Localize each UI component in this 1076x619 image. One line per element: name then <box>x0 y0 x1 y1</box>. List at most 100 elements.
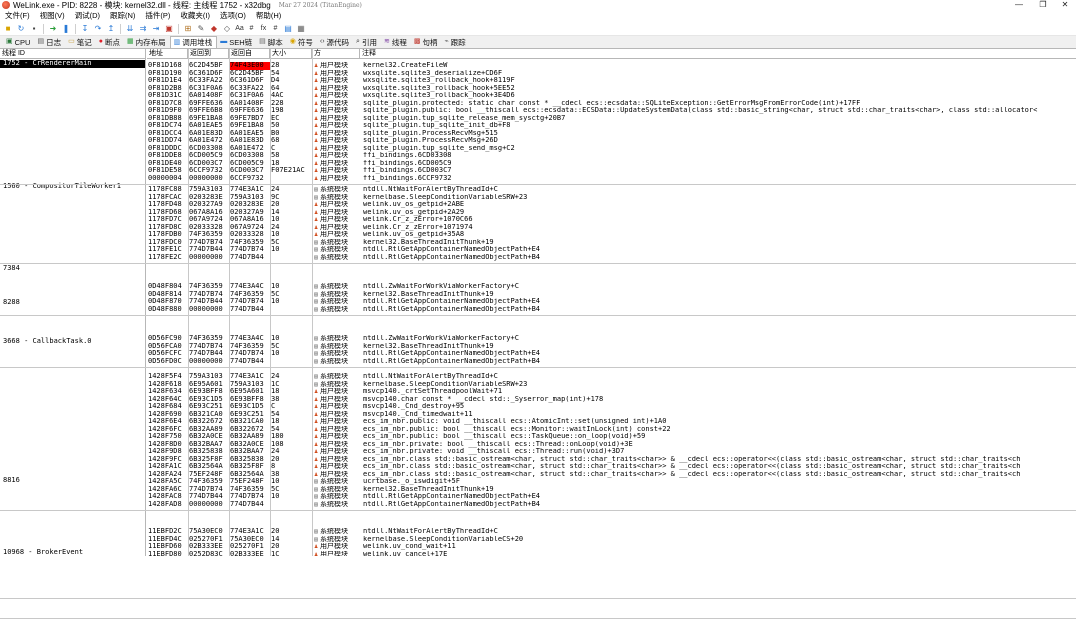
table-row[interactable]: 0F81DDDC 6CD03308 6A01E472 C ♟ 用户模块 sqlite_plu… <box>147 145 1076 153</box>
settings-icon[interactable]: ▤ <box>283 24 293 34</box>
close-debuggee-icon[interactable]: ▪ <box>29 24 39 34</box>
tab-symbols[interactable]: ◉ 符号 <box>287 36 317 48</box>
table-row[interactable]: 1428FA5C 74F36359 75EF248F 10 ▤ 系统模块 ucrtbase.… <box>147 478 1076 486</box>
table-row[interactable]: 1428F9D8 6B325838 6B32BAA7 24 ♟ 用户模块 ecs_im_nb… <box>147 448 1076 456</box>
table-row[interactable]: 0F81DE40 6CD003C7 6CD005C9 18 ♟ 用户模块 ffi_bindi… <box>147 160 1076 168</box>
comment-icon[interactable]: ◆ <box>209 24 219 34</box>
table-row[interactable]: 1178FE1C 774D7B44 774D7B74 10 ▤ 系统模块 ntdll.Rtl… <box>147 246 1076 254</box>
table-row[interactable]: 0F81DDE8 6CD005C9 6CD03308 58 ♟ 用户模块 ffi_bindi… <box>147 152 1076 160</box>
table-row[interactable]: 1428F6FC 6B32AA89 6B322672 54 ♟ 用户模块 ecs_im_nb… <box>147 426 1076 434</box>
table-row[interactable]: 1428F5F4 759A3103 774E3A1C 24 ▤ 系统模块 ntdll.NtW… <box>147 373 1076 381</box>
table-row[interactable]: 1428FA24 75EF248F 6B32564A 38 ♟ 用户模块 ecs_im_nb… <box>147 471 1076 479</box>
tab-memory-map[interactable]: ▦ 内存布局 <box>124 36 170 48</box>
table-row[interactable]: 0F81D1E4 6C33FA22 6C361D6F D4 ♟ 用户模块 wxsqlite.… <box>147 77 1076 85</box>
functions-button[interactable]: fx <box>259 25 268 32</box>
header-return-to[interactable]: 返回到 <box>188 49 229 58</box>
table-row[interactable]: 0F81DD74 6A01E472 6A01E83D 68 ♟ 用户模块 sqlite_pl… <box>147 137 1076 145</box>
table-row[interactable]: 1178FD48 020327A9 0203283E 20 ♟ 用户模块 welink.uv… <box>147 201 1076 209</box>
table-row[interactable]: 0F81DC74 6A01EAE5 69FE1BA8 50 ♟ 用户模块 sqlite_pl… <box>147 122 1076 130</box>
step-over-icon[interactable]: ↷ <box>93 24 103 34</box>
tab-trace[interactable]: ⌁ 跟踪 <box>441 36 469 48</box>
menu-plugins[interactable]: 插件(P) <box>140 10 175 22</box>
thread-label[interactable]: 8288 <box>3 298 20 307</box>
menu-debug[interactable]: 调试(D) <box>70 10 105 22</box>
thread-label[interactable]: 3668 - CallbackTask.0 <box>3 337 92 346</box>
table-row[interactable]: 11EBFD60 02B333EE 025270F1 20 ♟ 用户模块 welink.uv… <box>147 543 1076 551</box>
thread-label[interactable]: 7384 <box>3 264 20 273</box>
table-row[interactable]: 1178FD8C 02033328 067A9724 24 ♟ 用户模块 welink.Cr… <box>147 224 1076 232</box>
menu-favourites[interactable]: 收藏夹(I) <box>175 10 215 22</box>
tab-callstack[interactable]: ▥ 调用堆栈 <box>169 36 218 48</box>
table-row[interactable]: 0F81D2B8 6C31F0A6 6C33FA22 64 ♟ 用户模块 wxsqlite.… <box>147 85 1076 93</box>
table-row[interactable]: 0D56FCFC 774D7B44 774D7B74 10 ▤ 系统模块 ntdll.Rtl… <box>147 350 1076 358</box>
tab-notes[interactable]: ▭ 笔记 <box>65 36 96 48</box>
step-into-icon[interactable]: ↧ <box>80 24 90 34</box>
minimize-button[interactable]: — <box>1009 0 1029 10</box>
tab-log[interactable]: ▤ 日志 <box>34 36 65 48</box>
table-row[interactable]: 1428F9FC 6B325F8F 6B325838 20 ♟ 用户模块 ecs_im_nb… <box>147 456 1076 464</box>
label-icon[interactable]: ◇ <box>222 24 232 34</box>
restart-icon[interactable]: ↻ <box>16 24 26 34</box>
table-row[interactable]: 0D56FC90 74F36359 774E3A4C 10 ▤ 系统模块 ntdll.ZwW… <box>147 335 1076 343</box>
table-row[interactable]: 1428F634 6E93BFF8 6E95A601 18 ♟ 用户模块 msvcp140.… <box>147 388 1076 396</box>
tab-cpu[interactable]: ▣ CPU <box>3 36 34 48</box>
table-row[interactable]: 0F81D168 6C2D45BF 74F43E00 28 ♟ 用户模块 kernel32.… <box>147 62 1076 70</box>
header-size[interactable]: 大小 <box>270 49 312 58</box>
close-button[interactable]: ✕ <box>1055 0 1075 10</box>
table-row[interactable]: 0D56FD0C 00000000 774D7B44 ▤ 系统模块 ntdll.RtlGe… <box>147 358 1076 366</box>
run-to-user-code-icon[interactable]: ▣ <box>164 24 174 34</box>
trace-into-icon[interactable]: ⇊ <box>125 24 135 34</box>
table-row[interactable]: 0F81D9F0 69FFE6B8 69FFE636 198 ♟ 用户模块 sqlite_p… <box>147 107 1076 115</box>
execute-till-return-icon[interactable]: ⇥ <box>151 24 161 34</box>
pause-icon[interactable]: ❚ <box>61 24 71 34</box>
calc-button[interactable]: # <box>271 25 280 32</box>
menu-options[interactable]: 选项(O) <box>215 10 251 22</box>
header-comment[interactable]: 注释 <box>360 49 1076 58</box>
table-row[interactable]: 0F81DE58 6CCF9732 6CD003C7 F07E21AC ♟ 用户模块 ffi… <box>147 167 1076 175</box>
table-row[interactable]: 1428F690 6B321CA0 6E93C251 54 ♟ 用户模块 msvcp140.… <box>147 411 1076 419</box>
table-row[interactable]: 1178FC88 759A3103 774E3A1C 24 ▤ 系统模块 ntdll.NtW… <box>147 186 1076 194</box>
table-row[interactable]: 11EBFD2C 75A30EC0 774E3A1C 20 ▤ 系统模块 ntdll.NtW… <box>147 528 1076 536</box>
table-row[interactable]: 1428FAD8 00000000 774D7B44 ▤ 系统模块 ntdll.RtlGe… <box>147 501 1076 509</box>
menu-help[interactable]: 帮助(H) <box>251 10 286 22</box>
table-row[interactable]: 1428F6E4 6B322672 6B321CA0 18 ♟ 用户模块 ecs_im_nb… <box>147 418 1076 426</box>
table-row[interactable]: 11EBFD80 0252D83C 02B333EE 1C ♟ 用户模块 welink.uv… <box>147 551 1076 557</box>
hash-button[interactable]: # <box>247 25 256 32</box>
menu-view[interactable]: 视图(V) <box>35 10 70 22</box>
plugins-icon[interactable]: ▦ <box>296 24 306 34</box>
thread-label[interactable]: 10968 - BrokerEvent <box>3 548 83 556</box>
tab-threads[interactable]: ≋ 线程 <box>381 36 411 48</box>
table-row[interactable]: 1428F618 6E95A601 759A3103 1C ▤ 系统模块 kernelbas… <box>147 381 1076 389</box>
tab-source[interactable]: ‹› 源代码 <box>317 36 353 48</box>
header-party[interactable]: 方 <box>312 49 360 58</box>
table-row[interactable]: 0F81DB88 69FE1BA8 69FE7BD7 EC ♟ 用户模块 sqlite_pl… <box>147 115 1076 123</box>
table-row[interactable]: 11EBFD4C 025270F1 75A30EC0 14 ▤ 系统模块 kernelbas… <box>147 536 1076 544</box>
tab-seh[interactable]: ▬ SEH链 <box>217 36 256 48</box>
table-row[interactable]: 1178FD7C 067A9724 067A8A16 10 ♟ 用户模块 welink.Cr… <box>147 216 1076 224</box>
table-row[interactable]: 0D48F804 74F36359 774E3A4C 10 ▤ 系统模块 ntdll.ZwW… <box>147 283 1076 291</box>
table-row[interactable]: 1178FD68 067A8A16 020327A9 14 ♟ 用户模块 welink.uv… <box>147 209 1076 217</box>
table-row[interactable]: 00000004 00000000 6CCF9732 ♟ 用户模块 ffi_binding… <box>147 175 1076 183</box>
table-row[interactable]: 0D48F880 00000000 774D7B44 ▤ 系统模块 ntdll.RtlGe… <box>147 306 1076 314</box>
scylla-icon[interactable]: ⊞ <box>183 24 193 34</box>
table-row[interactable]: 0D56FCA0 774D7B74 74F36359 5C ▤ 系统模块 kernel32.… <box>147 343 1076 351</box>
menu-trace[interactable]: 跟踪(N) <box>105 10 140 22</box>
patch-icon[interactable]: ✎ <box>196 24 206 34</box>
run-icon[interactable]: ➜ <box>48 24 58 34</box>
table-row[interactable]: 1178FCAC 0203283E 759A3103 9C ▤ 系统模块 kernelbas… <box>147 194 1076 202</box>
tab-handles[interactable]: ▩ 句柄 <box>411 36 442 48</box>
table-row[interactable]: 0F81D190 6C361D6F 6C2D45BF 54 ♟ 用户模块 wxsqlite.… <box>147 70 1076 78</box>
header-address[interactable]: 地址 <box>147 49 188 58</box>
table-row[interactable]: 0D48F870 774D7B44 774D7B74 10 ▤ 系统模块 ntdll.Rtl… <box>147 298 1076 306</box>
trace-over-icon[interactable]: ⇉ <box>138 24 148 34</box>
table-row[interactable]: 1428F8D0 6B32BAA7 6B32A0CE 108 ♟ 用户模块 ecs_im_n… <box>147 441 1076 449</box>
table-row[interactable]: 0F81D7C8 69FFE636 6A01408F 228 ♟ 用户模块 sqlite_p… <box>147 100 1076 108</box>
menu-file[interactable]: 文件(F) <box>0 10 35 22</box>
header-return-from[interactable]: 返回自 <box>229 49 270 58</box>
table-row[interactable]: 1178FDB0 74F36359 02033328 10 ♟ 用户模块 welink.uv… <box>147 231 1076 239</box>
table-row[interactable]: 0F81DCC4 6A01E83D 6A01EAE5 B0 ♟ 用户模块 sqlite_pl… <box>147 130 1076 138</box>
table-row[interactable]: 0D48F814 774D7B74 74F36359 5C ▤ 系统模块 kernel32.… <box>147 291 1076 299</box>
table-row[interactable]: 1178FE2C 00000000 774D7B44 ▤ 系统模块 ntdll.RtlGe… <box>147 254 1076 262</box>
thread-label[interactable]: 1752 - CrRendererMain <box>0 59 145 68</box>
step-out-icon[interactable]: ↥ <box>106 24 116 34</box>
